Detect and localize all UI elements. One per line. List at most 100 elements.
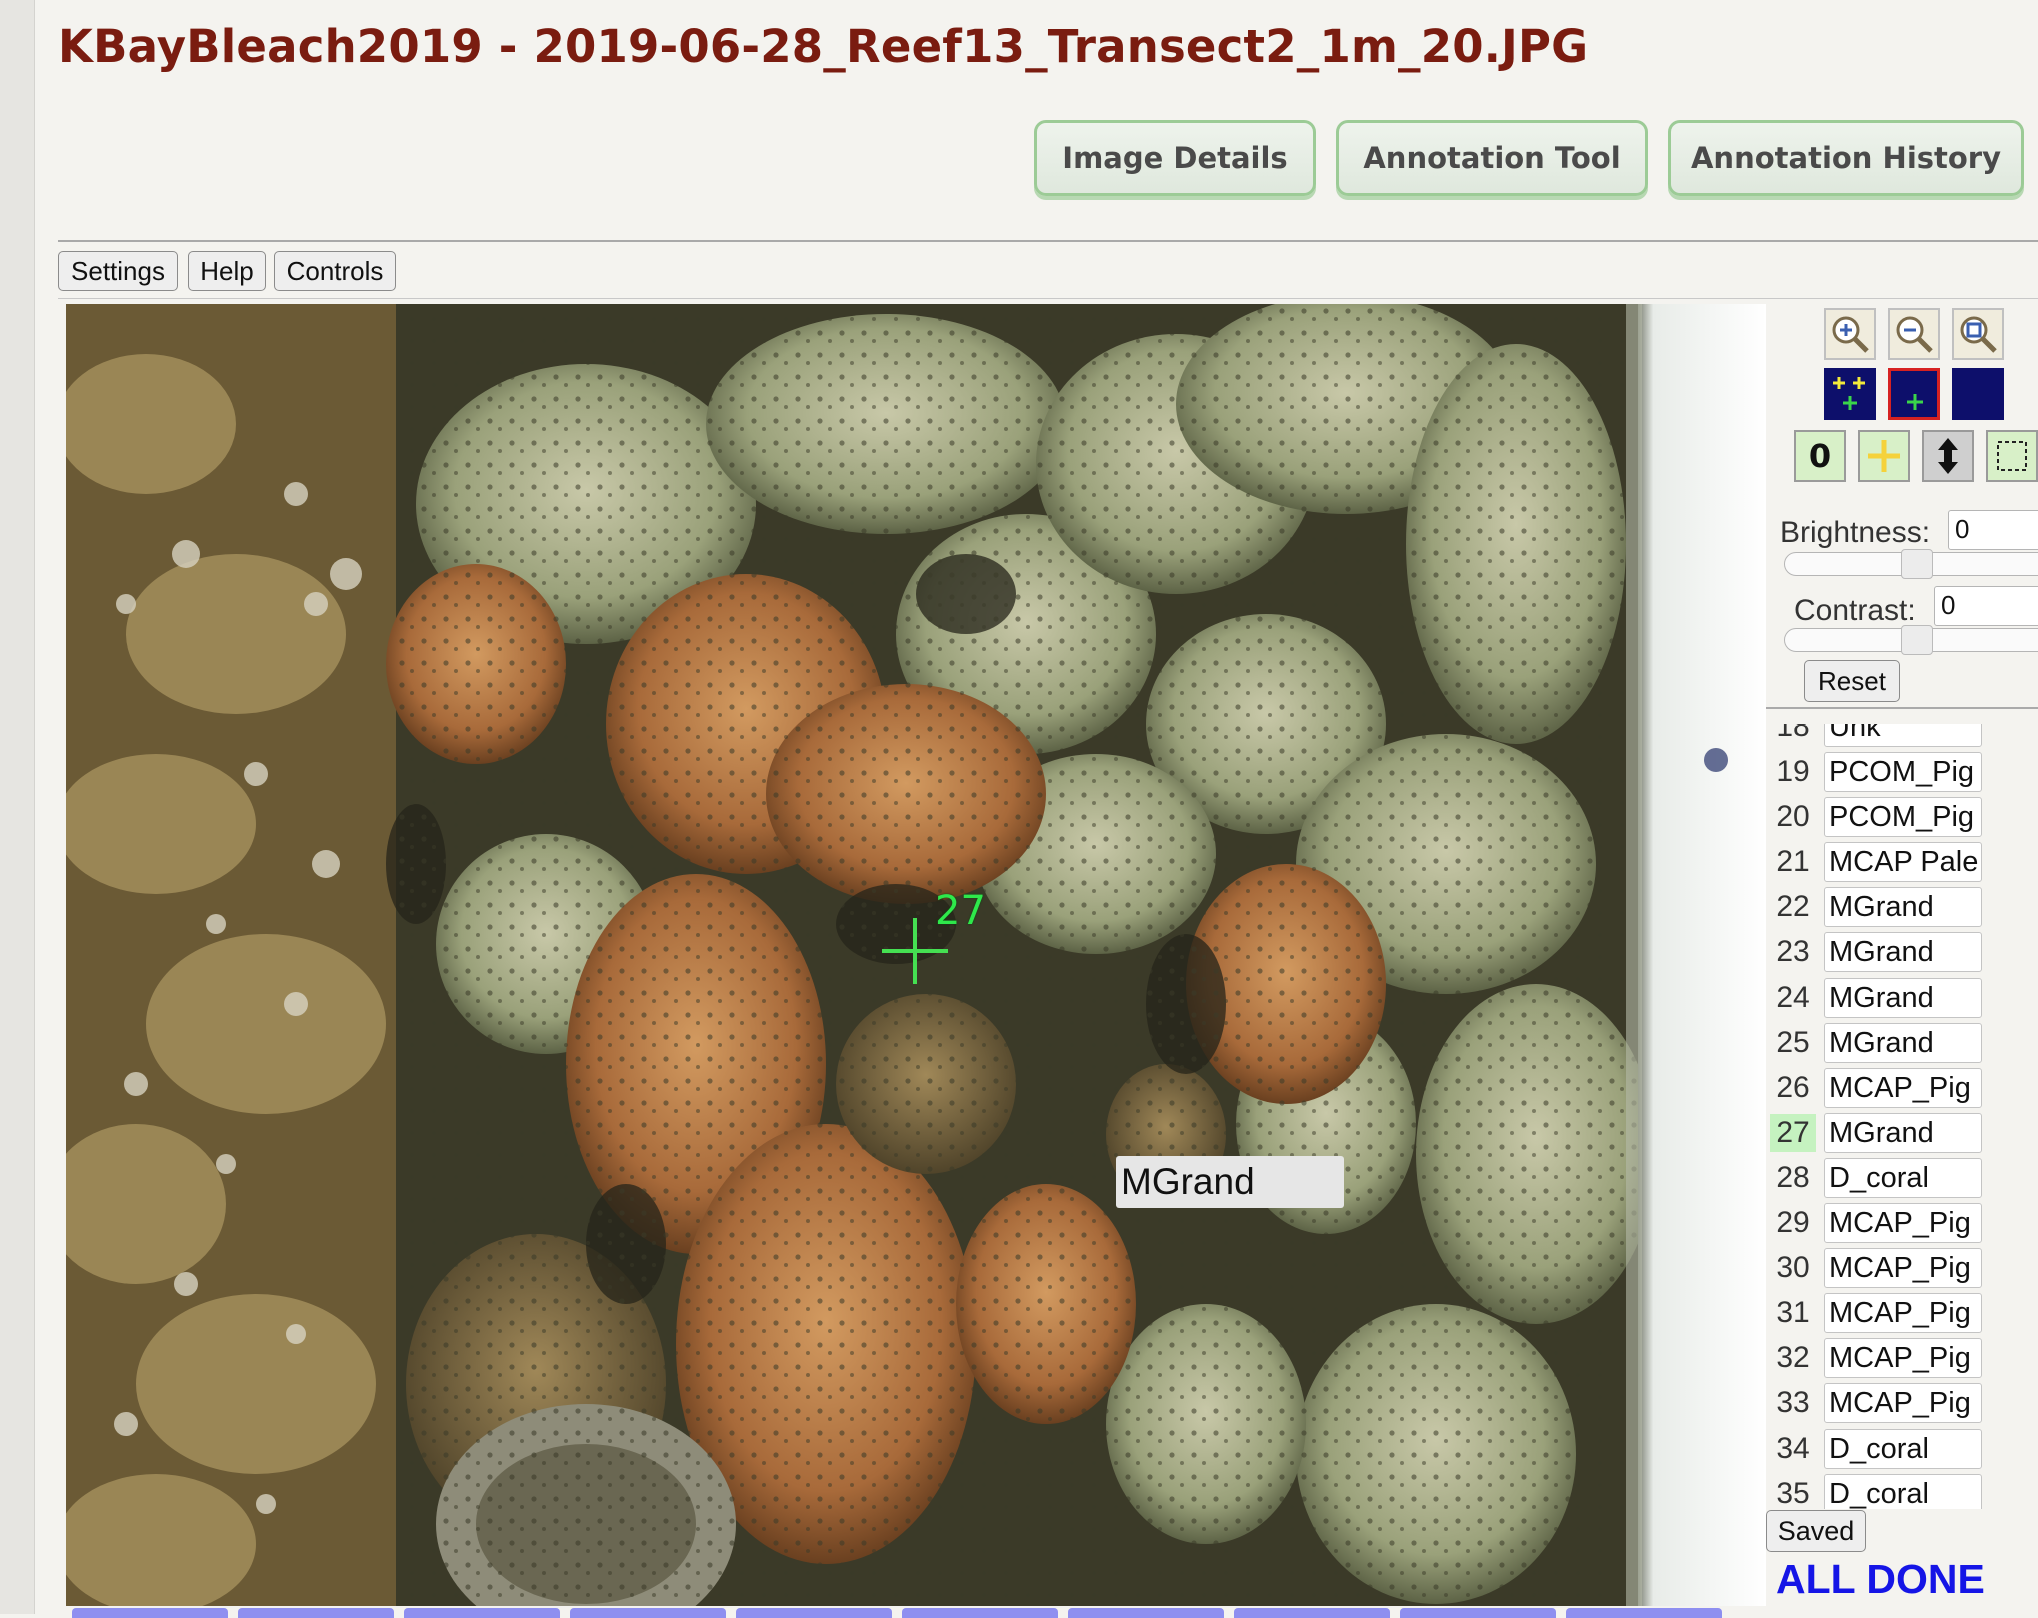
thumbnail-tab[interactable] (72, 1608, 228, 1618)
point-number: 22 (1776, 890, 1810, 924)
point-row[interactable]: 24 MGrand (1766, 975, 2038, 1020)
thumbnail-tab[interactable] (1068, 1608, 1224, 1618)
point-label-field[interactable]: MGrand (1824, 932, 1982, 973)
thumbnail-tab[interactable] (902, 1608, 1058, 1618)
point-row[interactable]: 22 MGrand (1766, 884, 2038, 929)
point-label-field[interactable]: D_coral (1824, 1473, 1982, 1509)
thumbnail-tab[interactable] (404, 1608, 560, 1618)
slider-thumb[interactable] (1901, 549, 1933, 579)
point-number: 24 (1776, 980, 1810, 1014)
point-label-field[interactable]: MCAP_Pig (1824, 1338, 1982, 1379)
point-number: 19 (1776, 755, 1810, 789)
thumbnail-tab[interactable] (1400, 1608, 1556, 1618)
marker-crosshair-icon[interactable] (1858, 430, 1910, 482)
show-selected-point-icon[interactable] (1888, 368, 1940, 420)
point-row[interactable]: 30 MCAP_Pig (1766, 1245, 2038, 1290)
point-row[interactable]: 34 D_coral (1766, 1426, 2038, 1471)
zoom-out-icon[interactable] (1888, 308, 1940, 360)
saved-button[interactable]: Saved (1766, 1510, 1866, 1552)
contrast-label: Contrast: (1794, 594, 1916, 627)
point-label-field[interactable]: MCAP_Pig (1824, 1203, 1982, 1244)
point-number: 30 (1776, 1251, 1810, 1285)
thumbnail-tab[interactable] (238, 1608, 394, 1618)
thumbnail-tab[interactable] (570, 1608, 726, 1618)
point-row[interactable]: 31 MCAP_Pig (1766, 1290, 2038, 1335)
thumbnail-tab[interactable] (1234, 1608, 1390, 1618)
divider (1766, 707, 2038, 709)
point-number: 34 (1776, 1431, 1810, 1465)
point-row[interactable]: 25 MGrand (1766, 1020, 2038, 1065)
point-row[interactable]: 20 PCOM_Pig (1766, 794, 2038, 839)
point-number: 33 (1776, 1386, 1810, 1420)
point-number: 18 (1776, 724, 1810, 743)
settings-button[interactable]: Settings (58, 251, 178, 291)
thumbnail-tab[interactable] (736, 1608, 892, 1618)
point-label-field[interactable]: MGrand (1824, 887, 1982, 928)
thumbnail-strip (66, 1606, 1766, 1618)
point-row[interactable]: 32 MCAP_Pig (1766, 1335, 2038, 1380)
hide-points-icon[interactable] (1952, 368, 2004, 420)
zoom-fit-icon[interactable] (1952, 308, 2004, 360)
show-all-points-icon[interactable] (1824, 368, 1876, 420)
point-row[interactable]: 27 MGrand (1766, 1110, 2038, 1155)
divider (58, 298, 2038, 299)
point-label-field[interactable]: MCAP_Pig (1824, 1293, 1982, 1334)
point-number: 32 (1776, 1341, 1810, 1375)
point-row[interactable]: 29 MCAP_Pig (1766, 1200, 2038, 1245)
left-sidebar-strip (0, 0, 35, 1614)
point-number: 27 (1770, 1113, 1816, 1152)
point-label-field[interactable]: MGrand (1824, 1022, 1982, 1063)
point-number: 26 (1776, 1070, 1810, 1104)
thumbnail-tab[interactable] (1566, 1608, 1722, 1618)
point-row[interactable]: 28 D_coral (1766, 1155, 2038, 1200)
page-title: KBayBleach2019 - 2019-06-28_Reef13_Trans… (58, 20, 1589, 73)
point-number: 23 (1776, 935, 1810, 969)
contrast-input[interactable]: 0 (1934, 586, 2038, 626)
brightness-label: Brightness: (1780, 516, 1931, 549)
point-list[interactable]: 18 Unk 19 PCOM_Pig 20 PCOM_Pig 21 MCAP Pale 22 MG… (1766, 724, 2038, 1509)
image-canvas[interactable]: 27 MGrand (66, 304, 1766, 1606)
point-label-field[interactable]: Unk (1824, 724, 1982, 747)
point-row[interactable]: 33 MCAP_Pig (1766, 1380, 2038, 1425)
move-arrows-icon[interactable] (1922, 430, 1974, 482)
marker-number-icon[interactable]: 0 (1794, 430, 1846, 482)
point-label-field[interactable]: MCAP Pale (1824, 842, 1982, 883)
point-label-field[interactable]: MCAP_Pig (1824, 1383, 1982, 1424)
point-label-field[interactable]: MCAP_Pig (1824, 1248, 1982, 1289)
point-row[interactable]: 23 MGrand (1766, 929, 2038, 974)
point-label-field[interactable]: MCAP_Pig (1824, 1067, 1982, 1108)
point-label-box[interactable]: MGrand (1116, 1156, 1344, 1208)
point-number: 31 (1776, 1296, 1810, 1330)
point-number: 21 (1776, 845, 1810, 879)
brightness-slider[interactable] (1784, 549, 2038, 579)
point-row[interactable]: 26 MCAP_Pig (1766, 1065, 2038, 1110)
point-number: 25 (1776, 1025, 1810, 1059)
point-label-field[interactable]: PCOM_Pig (1824, 797, 1982, 838)
point-row[interactable]: 35 D_coral (1766, 1471, 2038, 1509)
zoom-in-icon[interactable] (1824, 308, 1876, 360)
point-label-field[interactable]: D_coral (1824, 1428, 1982, 1469)
point-row[interactable]: 19 PCOM_Pig (1766, 749, 2038, 794)
point-label-field[interactable]: PCOM_Pig (1824, 752, 1982, 793)
tab-image-details[interactable]: Image Details (1034, 120, 1316, 196)
slider-thumb[interactable] (1901, 625, 1933, 655)
divider (58, 240, 2038, 242)
point-label-field[interactable]: MGrand (1824, 1112, 1982, 1153)
annotation-point-marker[interactable] (882, 918, 948, 984)
help-button[interactable]: Help (188, 251, 266, 291)
point-row[interactable]: 18 Unk (1766, 724, 2038, 749)
point-number: 35 (1776, 1476, 1810, 1509)
tab-annotation-history[interactable]: Annotation History (1668, 120, 2024, 196)
controls-button[interactable]: Controls (274, 251, 396, 291)
contrast-slider[interactable] (1784, 625, 2038, 655)
point-label-field[interactable]: MGrand (1824, 977, 1982, 1018)
point-row[interactable]: 21 MCAP Pale (1766, 839, 2038, 884)
tab-annotation-tool[interactable]: Annotation Tool (1336, 120, 1648, 196)
point-number: 29 (1776, 1206, 1810, 1240)
reset-button[interactable]: Reset (1804, 660, 1900, 702)
select-box-icon[interactable] (1986, 430, 2038, 482)
point-label-field[interactable]: D_coral (1824, 1157, 1982, 1198)
point-number: 20 (1776, 800, 1810, 834)
brightness-input[interactable]: 0 (1948, 510, 2038, 550)
point-number: 28 (1776, 1160, 1810, 1194)
